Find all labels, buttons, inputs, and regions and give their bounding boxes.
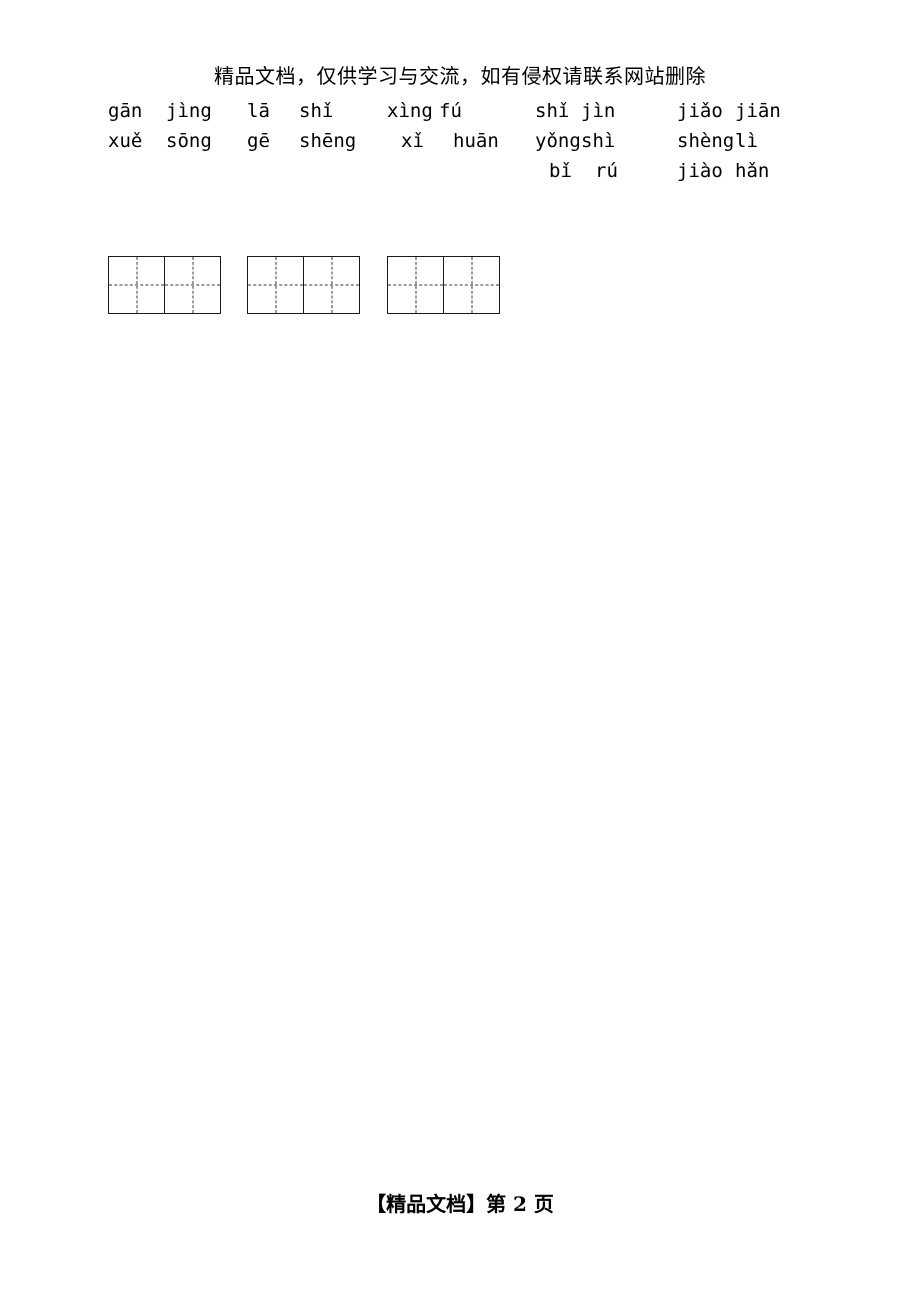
pinyin-syllable: xìng — [387, 100, 433, 122]
pinyin-syllable: huān — [453, 130, 499, 152]
pinyin-row: jiào hǎn — [677, 156, 781, 186]
pinyin-pair: bǐ rú — [549, 156, 618, 186]
pinyin-syllable: gān — [108, 100, 143, 122]
pinyin-syllable: jiào — [677, 160, 723, 182]
pinyin-pair: yǒngshì — [535, 126, 615, 156]
pinyin-row: yǒngshì — [535, 126, 618, 156]
pinyin-row: xuě sōng — [108, 126, 212, 156]
pinyin-row: xìng fú — [387, 96, 499, 126]
pinyin-row: jiǎo jiān — [677, 96, 781, 126]
pinyin-syllable: lì — [735, 130, 758, 152]
pinyin-syllable: yǒng — [535, 130, 581, 152]
pinyin-pair: gē shēng — [247, 126, 356, 156]
character-practice-grid[interactable] — [387, 256, 500, 314]
pinyin-syllable: xuě — [108, 130, 143, 152]
pinyin-pair: shènglì — [677, 126, 758, 156]
pinyin-pair: xìng fú — [387, 96, 462, 126]
grid-cell[interactable] — [248, 257, 303, 313]
pinyin-pair: shǐ jìn — [535, 96, 615, 126]
pinyin-row: lā shǐ — [247, 96, 356, 126]
pinyin-syllable: fú — [439, 100, 462, 122]
pinyin-syllable: jiān — [735, 100, 781, 122]
pinyin-syllable: jìn — [581, 100, 616, 122]
pinyin-syllable: shǐ — [299, 100, 334, 122]
pinyin-pair: jiào hǎn — [677, 156, 769, 186]
pinyin-row: shǐ jìn — [535, 96, 618, 126]
pinyin-row: xǐ huān — [387, 126, 499, 156]
pinyin-syllable: sōng — [166, 130, 212, 152]
pinyin-syllable: shèng — [677, 130, 735, 152]
pinyin-syllable: hǎn — [735, 160, 770, 182]
pinyin-syllable: shì — [581, 130, 616, 152]
pinyin-syllable: shēng — [299, 130, 357, 152]
pinyin-syllable: lā — [247, 100, 270, 122]
pinyin-syllable: jiǎo — [677, 100, 723, 122]
pinyin-syllable: rú — [595, 160, 618, 182]
pinyin-column-2: lā shǐ gē shēng — [247, 96, 356, 156]
grid-cell[interactable] — [303, 257, 359, 313]
pinyin-worksheet: gān jìng xuě sōng lā shǐ gē shēng xìng fú xǐ h… — [0, 96, 920, 314]
pinyin-syllable: gē — [247, 130, 270, 152]
pinyin-column-5: jiǎo jiān shènglì jiào hǎn — [677, 96, 781, 186]
pinyin-row: shènglì — [677, 126, 781, 156]
pinyin-column-4: shǐ jìn yǒngshì bǐ rú — [535, 96, 618, 186]
pinyin-row: gē shēng — [247, 126, 356, 156]
pinyin-pair: lā shǐ — [247, 96, 333, 126]
pinyin-pair: jiǎo jiān — [677, 96, 781, 126]
character-practice-grid[interactable] — [108, 256, 221, 314]
document-page: 精品文档，仅供学习与交流，如有侵权请联系网站删除 gān jìng xuě sōng… — [0, 0, 920, 1302]
grid-cell[interactable] — [388, 257, 443, 313]
pinyin-pair: gān jìng — [108, 96, 212, 126]
character-practice-grid[interactable] — [247, 256, 360, 314]
footer-watermark: 【精品文档】第 2 页 — [366, 1192, 554, 1216]
pinyin-syllable: xǐ — [401, 130, 424, 152]
pinyin-pair: xǐ huān — [401, 126, 499, 156]
pinyin-row: gān jìng — [108, 96, 212, 126]
pinyin-syllable: shǐ — [535, 100, 570, 122]
pinyin-column-3: xìng fú xǐ huān — [387, 96, 499, 156]
pinyin-column-1: gān jìng xuě sōng — [108, 96, 212, 156]
grid-cell[interactable] — [443, 257, 499, 313]
header-watermark: 精品文档，仅供学习与交流，如有侵权请联系网站删除 — [214, 64, 706, 88]
pinyin-syllable: bǐ — [549, 160, 572, 182]
grid-cell[interactable] — [164, 257, 220, 313]
grid-cell[interactable] — [109, 257, 164, 313]
pinyin-syllable: jìng — [166, 100, 212, 122]
pinyin-row: bǐ rú — [535, 156, 618, 186]
pinyin-pair: xuě sōng — [108, 126, 212, 156]
